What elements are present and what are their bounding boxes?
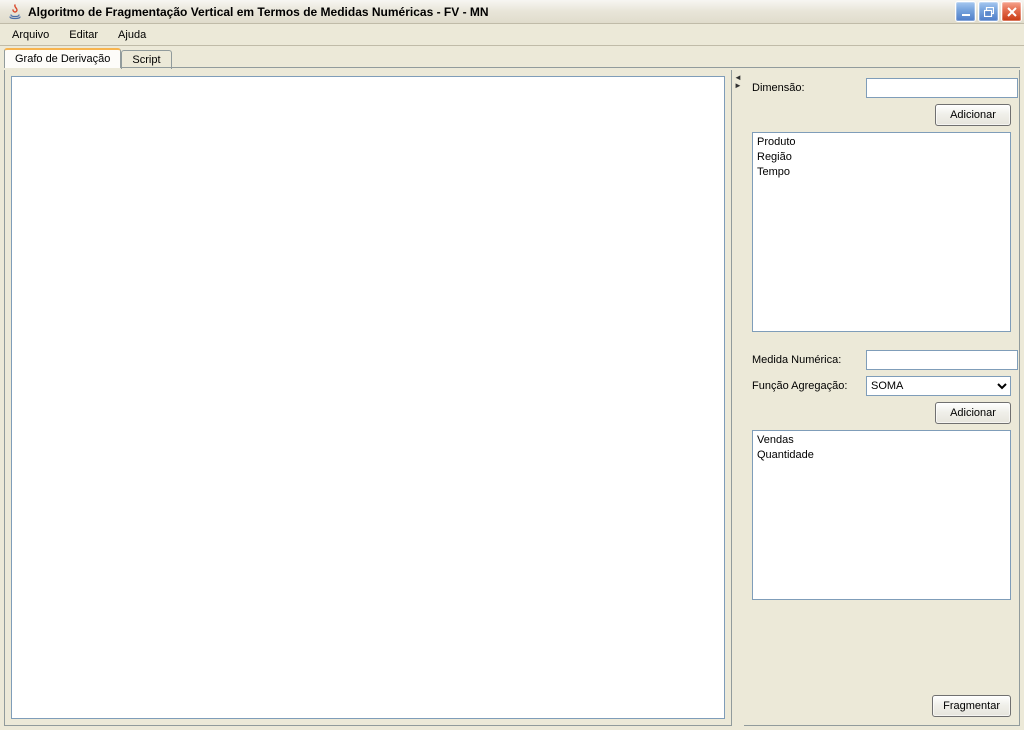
list-item[interactable]: Região [757, 150, 1006, 165]
fragment-button[interactable]: Fragmentar [932, 695, 1011, 717]
measure-input[interactable] [866, 350, 1018, 370]
tab-label: Grafo de Derivação [15, 53, 110, 65]
menu-editar[interactable]: Editar [61, 27, 106, 43]
splitter-handle[interactable]: ◄ ► [732, 70, 744, 726]
side-panel: Dimensão: Adicionar Produto Região Tempo… [744, 70, 1020, 726]
titlebar: Algoritmo de Fragmentação Vertical em Te… [0, 0, 1024, 24]
main-pane [4, 70, 732, 726]
menubar: Arquivo Editar Ajuda [0, 24, 1024, 46]
measure-row: Medida Numérica: [752, 350, 1011, 370]
derivation-graph-canvas[interactable] [11, 76, 725, 719]
content-area: ◄ ► Dimensão: Adicionar Produto Região T… [0, 68, 1024, 730]
aggregation-select[interactable]: SOMA [866, 376, 1011, 396]
minimize-button[interactable] [955, 1, 976, 22]
window-title: Algoritmo de Fragmentação Vertical em Te… [28, 5, 955, 19]
close-button[interactable] [1001, 1, 1022, 22]
dimension-row: Dimensão: [752, 78, 1011, 98]
list-item[interactable]: Produto [757, 135, 1006, 150]
aggregation-row: Função Agregação: SOMA [752, 376, 1011, 396]
dimension-input[interactable] [866, 78, 1018, 98]
restore-button[interactable] [978, 1, 999, 22]
tab-grafo-derivacao[interactable]: Grafo de Derivação [4, 48, 121, 68]
java-app-icon [6, 3, 24, 21]
dimension-label: Dimensão: [752, 82, 860, 94]
list-item[interactable]: Quantidade [757, 448, 1006, 463]
add-measure-button[interactable]: Adicionar [935, 402, 1011, 424]
add-dimension-button[interactable]: Adicionar [935, 104, 1011, 126]
tab-label: Script [132, 54, 160, 66]
splitter-arrow-right-icon: ► [734, 82, 742, 90]
aggregation-label: Função Agregação: [752, 380, 860, 392]
list-item[interactable]: Vendas [757, 433, 1006, 448]
list-item[interactable]: Tempo [757, 165, 1006, 180]
dimension-listbox[interactable]: Produto Região Tempo [752, 132, 1011, 332]
menu-ajuda[interactable]: Ajuda [110, 27, 154, 43]
measure-listbox[interactable]: Vendas Quantidade [752, 430, 1011, 600]
measure-label: Medida Numérica: [752, 354, 860, 366]
tabstrip: Grafo de Derivação Script [0, 46, 1024, 68]
window-controls [955, 1, 1022, 22]
menu-arquivo[interactable]: Arquivo [4, 27, 57, 43]
